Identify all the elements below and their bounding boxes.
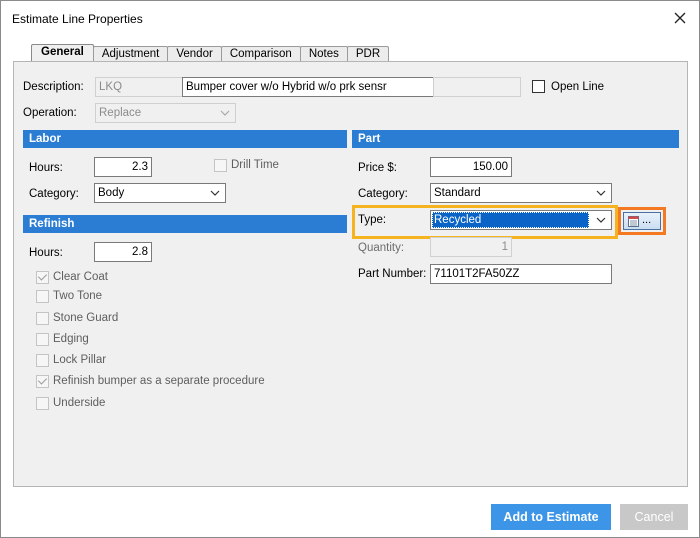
part-type-lookup-button[interactable]: ... [623, 212, 661, 230]
part-type-select[interactable]: Recycled [430, 210, 612, 230]
open-line-label: Open Line [551, 81, 605, 93]
labor-hours-input[interactable]: 2.3 [94, 157, 152, 177]
price-input[interactable]: 150.00 [430, 157, 512, 177]
labor-category-select[interactable]: Body [94, 183, 226, 203]
description-extra-field [433, 77, 521, 97]
clear-coat-label: Clear Coat [53, 271, 108, 283]
chevron-down-icon [596, 190, 606, 196]
edging-checkbox[interactable] [36, 333, 49, 346]
description-label: Description: [23, 81, 84, 93]
tab-adjustment[interactable]: Adjustment [92, 46, 169, 62]
drill-time-label: Drill Time [231, 159, 279, 171]
stone-guard-checkbox[interactable] [36, 312, 49, 325]
clear-coat-checkbox[interactable] [36, 271, 49, 284]
tab-pdr[interactable]: PDR [346, 46, 390, 62]
stone-guard-label: Stone Guard [53, 312, 119, 324]
operation-select: Replace [95, 103, 236, 123]
chevron-down-icon [220, 110, 230, 116]
tab-notes[interactable]: Notes [299, 46, 348, 62]
operation-value: Replace [99, 107, 142, 119]
separate-procedure-label: Refinish bumper as a separate procedure [53, 375, 265, 387]
tab-comparison[interactable]: Comparison [220, 46, 301, 62]
check-icon [37, 271, 48, 281]
part-category-select[interactable]: Standard [430, 183, 612, 203]
add-to-estimate-button[interactable]: Add to Estimate [491, 504, 611, 530]
chevron-down-icon [596, 217, 606, 223]
underside-checkbox[interactable] [36, 397, 49, 410]
two-tone-label: Two Tone [53, 290, 103, 302]
quantity-field: 1 [430, 237, 512, 257]
refinish-hours-input[interactable]: 2.8 [94, 242, 152, 262]
part-type-value: Recycled [432, 212, 589, 228]
tab-vendor[interactable]: Vendor [167, 46, 222, 62]
open-line-checkbox[interactable] [532, 80, 545, 93]
underside-label: Underside [53, 397, 106, 409]
tab-strip: General Adjustment Vendor Comparison Not… [31, 44, 390, 62]
drill-time-checkbox[interactable] [214, 159, 227, 172]
part-number-label: Part Number: [358, 268, 427, 280]
labor-section-header: Labor [23, 130, 347, 148]
check-icon [37, 375, 48, 385]
labor-category-value: Body [98, 187, 125, 199]
description-code-field: LKQ [95, 77, 183, 97]
title-bar: Estimate Line Properties [1, 1, 699, 35]
close-button[interactable] [669, 7, 691, 29]
cancel-button[interactable]: Cancel [620, 504, 688, 530]
lock-pillar-label: Lock Pillar [53, 354, 107, 366]
separate-procedure-checkbox[interactable] [36, 375, 49, 388]
part-number-input[interactable]: 71101T2FA50ZZ [430, 264, 612, 284]
lookup-button-label: ... [642, 213, 652, 226]
lock-pillar-checkbox[interactable] [36, 354, 49, 367]
operation-label: Operation: [23, 107, 77, 119]
part-category-label: Category: [358, 188, 408, 200]
part-section-header: Part [352, 130, 679, 148]
part-category-value: Standard [434, 187, 481, 199]
part-type-label: Type: [358, 214, 387, 226]
tab-general[interactable]: General [31, 44, 94, 62]
refinish-section-header: Refinish [23, 215, 347, 233]
estimate-line-properties-dialog: Estimate Line Properties General Adjustm… [0, 0, 700, 538]
quantity-label: Quantity: [358, 242, 405, 254]
list-icon [628, 215, 639, 227]
edging-label: Edging [53, 333, 89, 345]
labor-category-label: Category: [29, 188, 79, 200]
window-title: Estimate Line Properties [12, 12, 143, 26]
labor-hours-label: Hours: [29, 162, 63, 174]
chevron-down-icon [210, 190, 220, 196]
refinish-hours-label: Hours: [29, 247, 63, 259]
price-label: Price $: [358, 162, 397, 174]
close-icon [674, 12, 686, 24]
two-tone-checkbox[interactable] [36, 290, 49, 303]
general-tab-panel: Description: LKQ Bumper cover w/o Hybrid… [13, 61, 688, 487]
description-input[interactable]: Bumper cover w/o Hybrid w/o prk sensr [182, 77, 434, 97]
